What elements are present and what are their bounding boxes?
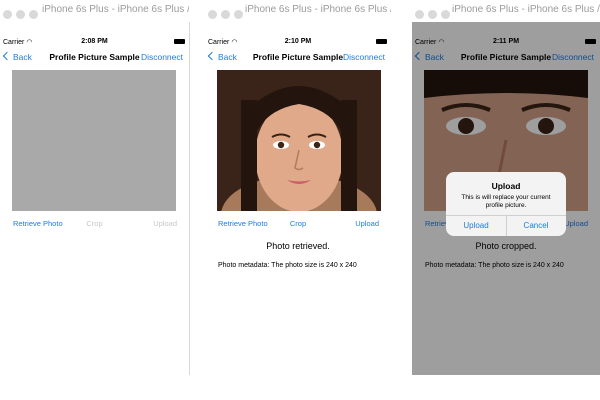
- disconnect-button[interactable]: Disconnect: [141, 52, 183, 62]
- zoom-dot-icon[interactable]: [234, 10, 243, 19]
- navigation-bar: Back Profile Picture Sample Disconnect: [0, 48, 189, 66]
- alert-upload-button[interactable]: Upload: [446, 221, 506, 230]
- profile-photo: [217, 70, 381, 211]
- upload-button: Upload: [153, 219, 177, 228]
- zoom-dot-icon[interactable]: [441, 10, 450, 19]
- battery-icon: [585, 39, 596, 44]
- alert-cancel-button[interactable]: Cancel: [506, 221, 566, 230]
- upload-button[interactable]: Upload: [355, 219, 379, 228]
- battery-icon: [174, 39, 185, 44]
- window-divider: [189, 22, 190, 375]
- status-message: Photo retrieved.: [266, 241, 330, 251]
- portrait-image: [217, 70, 381, 211]
- status-bar: Carrier ◠ 2:11 PM: [412, 36, 600, 48]
- status-time: 2:11 PM: [492, 38, 520, 45]
- close-dot-icon[interactable]: [3, 10, 12, 19]
- simulator-window-1: iPhone 6s Plus - iPhone 6s Plus / iO... …: [0, 0, 189, 375]
- disconnect-button[interactable]: Disconnect: [552, 52, 594, 62]
- battery-icon: [376, 39, 387, 44]
- window-controls[interactable]: [3, 6, 42, 19]
- simulator-window-2: iPhone 6s Plus - iPhone 6s Plus / iO... …: [205, 0, 391, 375]
- zoom-dot-icon[interactable]: [29, 10, 38, 19]
- status-message: Photo cropped.: [475, 241, 537, 251]
- window-title: iPhone 6s Plus - iPhone 6s Plus / iO...: [452, 4, 600, 15]
- navigation-bar: Back Profile Picture Sample Disconnect: [412, 48, 600, 66]
- upload-button[interactable]: Upload: [564, 219, 588, 228]
- photo-metadata: Photo metadata: The photo size is 240 x …: [425, 262, 564, 269]
- navigation-bar: Back Profile Picture Sample Disconnect: [205, 48, 391, 66]
- window-controls[interactable]: [415, 6, 454, 19]
- close-dot-icon[interactable]: [415, 10, 424, 19]
- close-dot-icon[interactable]: [208, 10, 217, 19]
- status-bar: Carrier ◠ 2:10 PM: [205, 36, 391, 48]
- window-titlebar: iPhone 6s Plus - iPhone 6s Plus / iO...: [205, 0, 391, 22]
- window-controls[interactable]: [208, 6, 247, 19]
- status-bar: Carrier ◠ 2:08 PM: [0, 36, 189, 48]
- photo-metadata: Photo metadata: The photo size is 240 x …: [218, 262, 357, 269]
- alert-button-row: Upload Cancel: [446, 215, 566, 236]
- simulator-window-3: iPhone 6s Plus - iPhone 6s Plus / iO... …: [412, 0, 600, 375]
- photo-toolbar: Retrieve Photo Crop Upload: [205, 219, 391, 231]
- photo-toolbar: Retrieve Photo Crop Upload: [0, 219, 189, 231]
- window-titlebar: iPhone 6s Plus - iPhone 6s Plus / iO...: [0, 0, 189, 22]
- alert-message: This is will replace your current profil…: [461, 194, 551, 209]
- upload-alert: Upload This is will replace your current…: [446, 172, 566, 236]
- window-title: iPhone 6s Plus - iPhone 6s Plus / iO...: [42, 4, 189, 15]
- minimize-dot-icon[interactable]: [428, 10, 437, 19]
- status-time: 2:10 PM: [284, 38, 312, 45]
- status-time: 2:08 PM: [81, 38, 108, 45]
- window-titlebar: iPhone 6s Plus - iPhone 6s Plus / iO...: [412, 0, 600, 22]
- photo-placeholder: [12, 70, 176, 211]
- minimize-dot-icon[interactable]: [221, 10, 230, 19]
- disconnect-button[interactable]: Disconnect: [343, 52, 385, 62]
- window-title: iPhone 6s Plus - iPhone 6s Plus / iO...: [245, 4, 391, 15]
- minimize-dot-icon[interactable]: [16, 10, 25, 19]
- alert-title: Upload: [491, 181, 521, 191]
